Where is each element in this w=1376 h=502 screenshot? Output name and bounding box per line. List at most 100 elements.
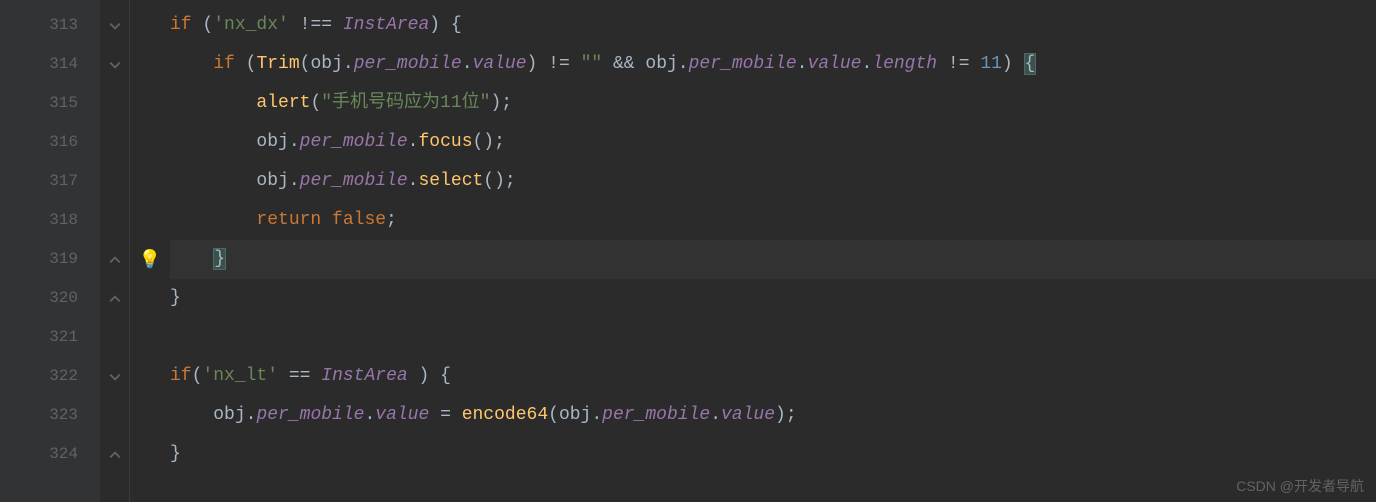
code-token: . — [462, 54, 473, 74]
code-token: alert — [256, 93, 310, 113]
code-token: ); — [490, 93, 512, 113]
code-token: obj — [256, 171, 288, 191]
line-number: 317 — [0, 162, 100, 201]
fold-close-icon[interactable] — [100, 279, 129, 318]
code-line[interactable]: if('nx_lt' == InstArea ) { — [170, 357, 1376, 396]
code-token: && — [602, 54, 645, 74]
code-token: ; — [386, 210, 397, 230]
code-line[interactable]: obj.per_mobile.focus(); — [170, 123, 1376, 162]
code-token: per_mobile — [300, 171, 408, 191]
annotation-cell — [130, 357, 170, 396]
fold-empty — [100, 162, 129, 201]
code-token: . — [289, 171, 300, 191]
code-token: 11 — [980, 54, 1002, 74]
code-token: 'nx_dx' — [213, 15, 289, 35]
watermark-text: CSDN @开发者导航 — [1236, 476, 1364, 496]
code-token: ( — [300, 54, 311, 74]
code-token: obj — [310, 54, 342, 74]
line-number: 320 — [0, 279, 100, 318]
fold-column — [100, 0, 130, 502]
code-token: per_mobile — [256, 405, 364, 425]
code-token: "" — [581, 54, 603, 74]
code-token — [170, 54, 213, 74]
annotation-cell — [130, 123, 170, 162]
code-token: if — [213, 54, 235, 74]
code-token: InstArea — [343, 15, 429, 35]
code-line[interactable]: return false; — [170, 201, 1376, 240]
code-token: value — [473, 54, 527, 74]
code-token: . — [343, 54, 354, 74]
code-token: value — [721, 405, 775, 425]
code-token: per_mobile — [300, 132, 408, 152]
code-area[interactable]: if ('nx_dx' !== InstArea) { if (Trim(obj… — [170, 0, 1376, 502]
code-token: length — [872, 54, 937, 74]
code-token: (); — [483, 171, 515, 191]
code-token — [170, 171, 256, 191]
fold-open-icon[interactable] — [100, 357, 129, 396]
code-token: (); — [473, 132, 505, 152]
fold-empty — [100, 396, 129, 435]
code-token: if — [170, 366, 192, 386]
code-token: ) — [1002, 54, 1024, 74]
code-token: per_mobile — [689, 54, 797, 74]
code-token: ) { — [429, 15, 461, 35]
code-token — [170, 93, 256, 113]
line-number: 321 — [0, 318, 100, 357]
code-token: == — [278, 366, 321, 386]
code-line[interactable]: if ('nx_dx' !== InstArea) { — [170, 6, 1376, 45]
annotation-cell — [130, 45, 170, 84]
code-token: } — [170, 444, 181, 464]
code-line[interactable]: alert("手机号码应为11位"); — [170, 84, 1376, 123]
code-line[interactable]: obj.per_mobile.value = encode64(obj.per_… — [170, 396, 1376, 435]
code-token: obj — [256, 132, 288, 152]
code-line[interactable]: if (Trim(obj.per_mobile.value) != "" && … — [170, 45, 1376, 84]
code-token: { — [1024, 53, 1037, 75]
code-token: ( — [192, 366, 203, 386]
line-number: 319 — [0, 240, 100, 279]
code-token: InstArea — [321, 366, 407, 386]
code-editor: 313314315316317318319320321322323324 💡 i… — [0, 0, 1376, 502]
annotation-cell — [130, 435, 170, 474]
fold-empty — [100, 201, 129, 240]
code-token: focus — [418, 132, 472, 152]
annotation-cell — [130, 396, 170, 435]
line-number: 314 — [0, 45, 100, 84]
code-line[interactable]: } — [170, 240, 1376, 279]
code-token: obj — [213, 405, 245, 425]
fold-empty — [100, 84, 129, 123]
annotation-cell — [130, 201, 170, 240]
fold-close-icon[interactable] — [100, 435, 129, 474]
fold-open-icon[interactable] — [100, 6, 129, 45]
line-number: 313 — [0, 6, 100, 45]
code-line[interactable]: } — [170, 435, 1376, 474]
lightbulb-icon[interactable]: 💡 — [139, 249, 161, 271]
code-token: "手机号码应为11位" — [321, 93, 490, 113]
code-token: ( — [192, 15, 214, 35]
code-token: . — [861, 54, 872, 74]
code-token: . — [408, 171, 419, 191]
code-token: ( — [235, 54, 257, 74]
code-token: ) != — [527, 54, 581, 74]
annotation-column: 💡 — [130, 0, 170, 502]
code-token: Trim — [256, 54, 299, 74]
code-token: ( — [310, 93, 321, 113]
code-token: obj — [559, 405, 591, 425]
code-token: ( — [548, 405, 559, 425]
code-token: value — [807, 54, 861, 74]
code-token: . — [246, 405, 257, 425]
fold-empty — [100, 123, 129, 162]
line-number: 316 — [0, 123, 100, 162]
code-token: obj — [645, 54, 677, 74]
fold-close-icon[interactable] — [100, 240, 129, 279]
code-token: 'nx_lt' — [202, 366, 278, 386]
fold-open-icon[interactable] — [100, 45, 129, 84]
code-line[interactable] — [170, 318, 1376, 357]
annotation-cell: 💡 — [130, 240, 170, 279]
code-token: . — [710, 405, 721, 425]
code-line[interactable]: obj.per_mobile.select(); — [170, 162, 1376, 201]
annotation-cell — [130, 318, 170, 357]
code-token: encode64 — [462, 405, 548, 425]
line-number: 322 — [0, 357, 100, 396]
code-token: value — [375, 405, 429, 425]
code-line[interactable]: } — [170, 279, 1376, 318]
